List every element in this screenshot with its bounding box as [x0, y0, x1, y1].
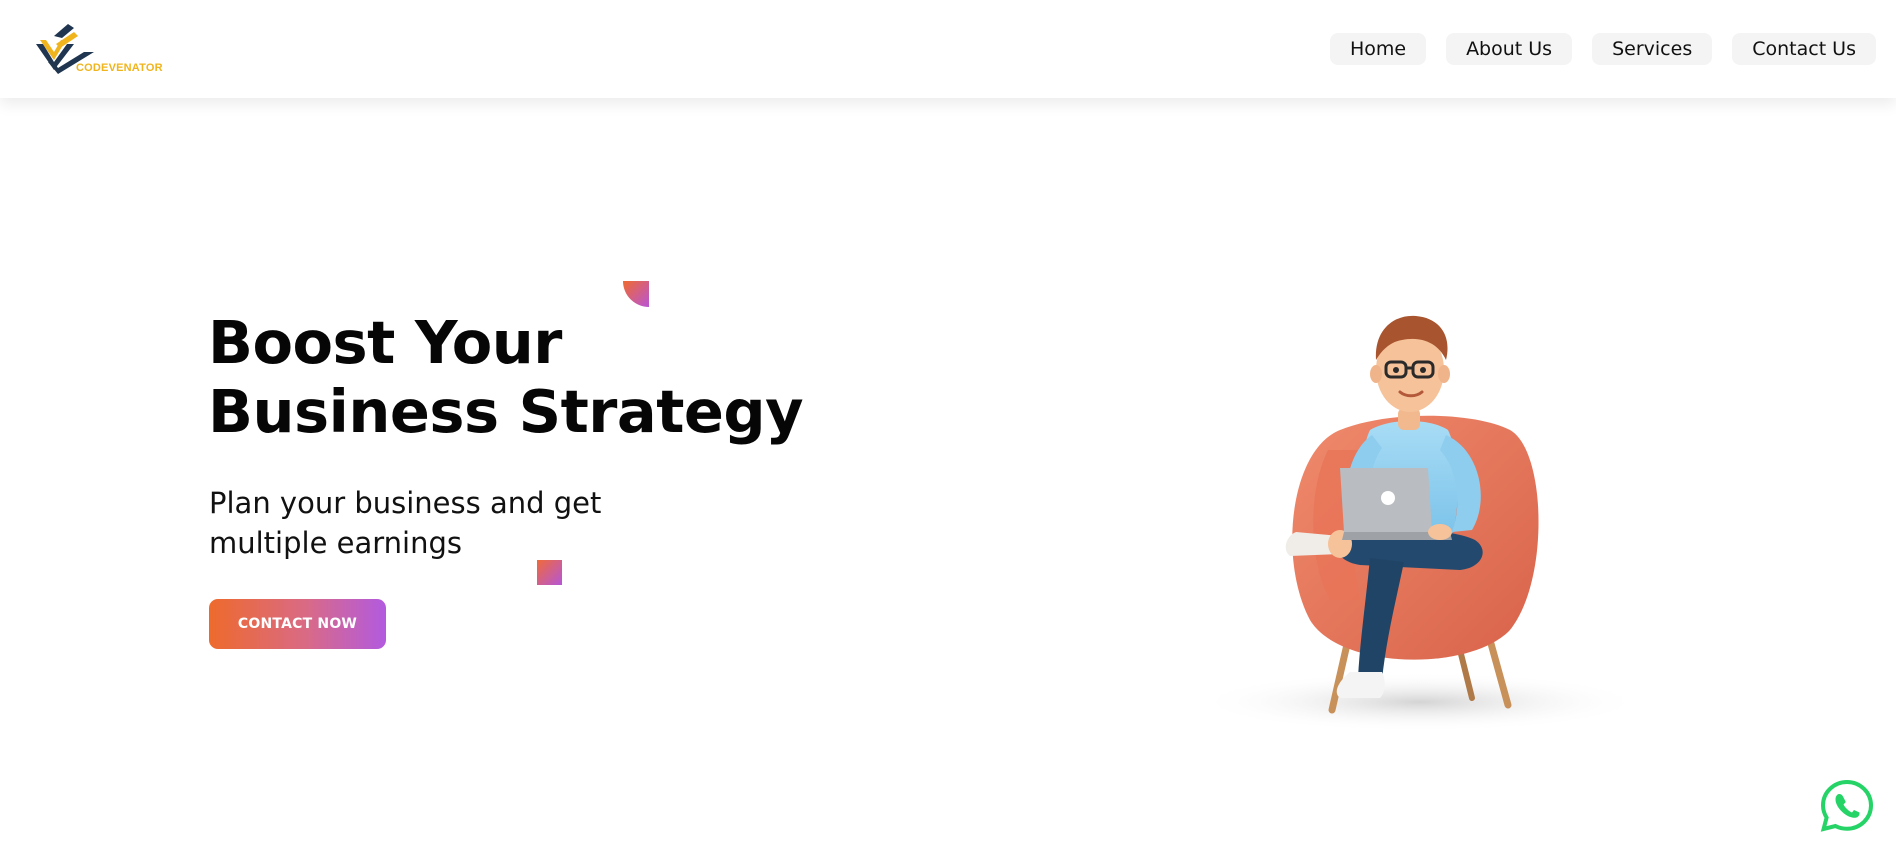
nav-about-us[interactable]: About Us: [1446, 33, 1573, 65]
hero-subtitle: Plan your business and get multiple earn…: [209, 483, 729, 563]
brand-name: CODEVENATOR: [76, 62, 163, 74]
whatsapp-button[interactable]: [1820, 779, 1874, 833]
decorative-square: [537, 560, 562, 585]
whatsapp-icon: [1820, 779, 1874, 832]
brand-logo[interactable]: CODEVENATOR: [34, 22, 164, 78]
main-nav: Home About Us Services Contact Us: [1329, 33, 1876, 65]
decorative-quarter-circle: [623, 281, 649, 307]
site-header: CODEVENATOR Home About Us Services Conta…: [0, 0, 1896, 98]
hero-subtitle-line-2: multiple earnings: [209, 526, 462, 560]
nav-home[interactable]: Home: [1329, 33, 1427, 65]
nav-contact-us[interactable]: Contact Us: [1732, 33, 1876, 65]
contact-now-button[interactable]: CONTACT NOW: [209, 599, 386, 649]
man-on-armchair-with-laptop-illustration: [1190, 300, 1660, 740]
nav-services[interactable]: Services: [1592, 33, 1713, 65]
hero-title-line-2: Business Strategy: [208, 377, 804, 446]
hero-title: Boost Your Business Strategy: [208, 308, 828, 446]
hero-title-line-1: Boost Your: [208, 308, 562, 377]
hero-subtitle-line-1: Plan your business and get: [209, 486, 602, 520]
